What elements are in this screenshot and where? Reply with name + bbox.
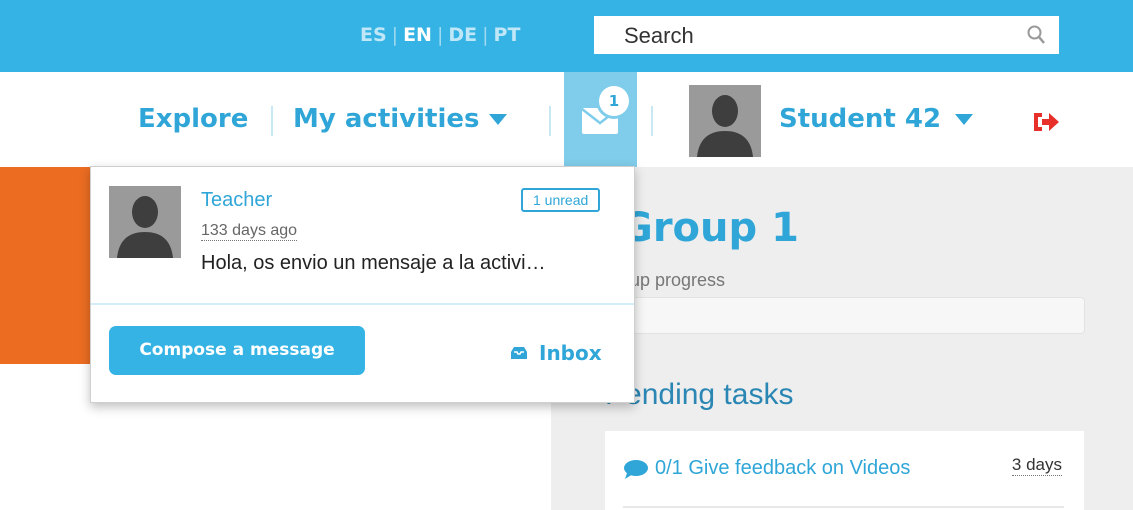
task-card: 0/1 Give feedback on Videos 3 days xyxy=(605,431,1084,510)
language-switcher: ES | EN | DE | PT xyxy=(360,24,521,46)
message-preview[interactable]: Hola, os envio un mensaje a la activi… xyxy=(201,252,546,275)
inbox-link[interactable]: Inbox xyxy=(509,341,602,365)
lang-pt[interactable]: PT xyxy=(494,24,521,46)
task-link[interactable]: 0/1 Give feedback on Videos xyxy=(623,457,910,480)
task-due: 3 days xyxy=(1011,455,1062,476)
lang-es[interactable]: ES xyxy=(360,24,387,46)
unread-badge: 1 unread xyxy=(521,188,601,212)
search-box xyxy=(594,16,1059,54)
activity-banner xyxy=(0,167,94,364)
message-time: 133 days ago xyxy=(201,222,298,241)
logout-icon[interactable] xyxy=(1032,111,1060,133)
top-bar: ES | EN | DE | PT xyxy=(0,0,1133,72)
lang-en[interactable]: EN xyxy=(403,24,432,46)
nav-explore[interactable]: Explore xyxy=(138,104,248,134)
divider xyxy=(623,506,1064,508)
search-input[interactable] xyxy=(622,22,1006,50)
messages-button[interactable] xyxy=(564,72,637,167)
message-sender[interactable]: Teacher xyxy=(201,189,272,212)
inbox-label: Inbox xyxy=(539,341,602,365)
nav-my-activities-label: My activities xyxy=(293,104,480,134)
messages-dropdown: Teacher 1 unread 133 days ago Hola, os e… xyxy=(90,166,635,403)
user-menu[interactable]: Student 42 xyxy=(779,104,974,134)
main-nav: Explore My activities Student 42 xyxy=(0,72,1133,168)
compose-message-button[interactable]: Compose a message xyxy=(109,326,365,375)
lang-de[interactable]: DE xyxy=(448,24,477,46)
chevron-down-icon xyxy=(955,114,974,125)
speech-bubble-icon xyxy=(624,459,648,479)
message-count-badge: 1 xyxy=(599,86,629,116)
avatar[interactable] xyxy=(689,85,761,157)
nav-divider xyxy=(651,106,653,136)
nav-divider xyxy=(271,106,273,136)
chevron-down-icon xyxy=(489,114,508,125)
user-silhouette-icon xyxy=(109,186,181,258)
inbox-icon xyxy=(511,347,527,359)
nav-my-activities[interactable]: My activities xyxy=(293,104,508,134)
group-progress-bar xyxy=(600,297,1085,334)
group-title: Group 1 xyxy=(620,205,799,251)
user-silhouette-icon xyxy=(689,85,761,157)
sender-avatar xyxy=(109,186,181,258)
nav-divider xyxy=(549,106,551,136)
divider xyxy=(91,303,634,305)
user-name: Student 42 xyxy=(779,104,942,134)
task-label: 0/1 Give feedback on Videos xyxy=(655,457,911,479)
search-icon[interactable] xyxy=(1027,25,1045,45)
